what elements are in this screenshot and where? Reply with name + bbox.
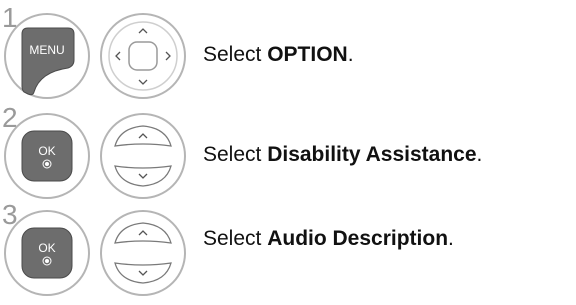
step-2-instruction: Select Disability Assistance. bbox=[203, 143, 483, 166]
audio-description-menu-name: Audio Description bbox=[267, 227, 449, 250]
step-3-remote-buttons: OK bbox=[4, 210, 186, 296]
step-1-instruction: Select OPTION. bbox=[203, 43, 354, 66]
ok-button-label: OK bbox=[38, 241, 55, 255]
ok-button-icon: OK bbox=[4, 210, 90, 296]
up-down-buttons-icon bbox=[100, 113, 186, 199]
menu-button-label: MENU bbox=[29, 43, 64, 57]
step-3-instruction: Select Audio Description. bbox=[203, 227, 454, 250]
ok-button-icon: OK bbox=[4, 113, 90, 199]
up-down-buttons-icon bbox=[100, 210, 186, 296]
step-1-remote-buttons: MENU bbox=[4, 13, 186, 99]
step-2-remote-buttons: OK bbox=[4, 113, 186, 199]
option-menu-name: OPTION bbox=[267, 43, 348, 66]
navigation-pad-icon bbox=[100, 13, 186, 99]
disability-assistance-menu-name: Disability Assistance bbox=[267, 143, 477, 166]
menu-button-icon: MENU bbox=[4, 13, 90, 99]
ok-button-label: OK bbox=[38, 144, 55, 158]
